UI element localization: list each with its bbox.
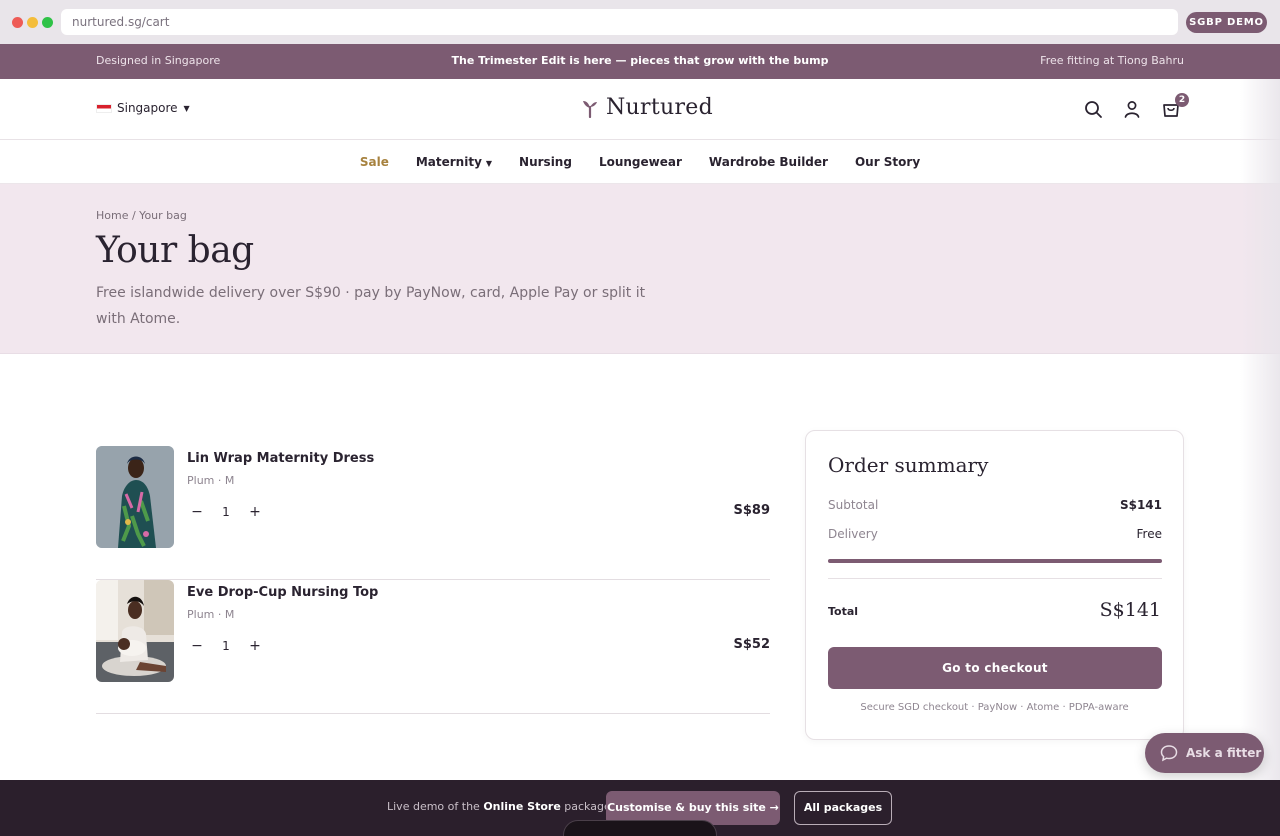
product-variant: Plum · M: [187, 474, 235, 487]
announcement-right: Free fitting at Tiong Bahru: [1040, 54, 1184, 67]
subtotal-row: Subtotal S$141: [828, 498, 1162, 512]
minimize-window-button[interactable]: [27, 17, 38, 28]
product-name[interactable]: Eve Drop-Cup Nursing Top: [187, 585, 378, 600]
quantity-value: 1: [222, 505, 230, 519]
nav-item-label: Maternity: [415, 154, 482, 169]
ask-fitter-label: Ask a fitter: [1186, 746, 1262, 760]
chevron-down-icon: ▼: [183, 103, 190, 113]
ask-fitter-button[interactable]: Ask a fitter: [1145, 733, 1264, 773]
delivery-label: Delivery: [828, 527, 878, 541]
demo-badge[interactable]: SGBP DEMO: [1186, 12, 1267, 33]
demo-text-package: Online Store: [483, 800, 561, 813]
quantity-value: 1: [222, 639, 230, 653]
delivery-row: Delivery Free: [828, 527, 1162, 541]
account-icon[interactable]: [1122, 99, 1142, 119]
product-image[interactable]: [96, 580, 174, 682]
nav-item-maternity[interactable]: Maternity ▼: [416, 155, 492, 169]
secure-checkout-note: Secure SGD checkout · PayNow · Atome · P…: [860, 702, 1129, 713]
brand-logo[interactable]: Nurtured: [582, 95, 713, 120]
demo-text-prefix: Live demo of the: [387, 800, 480, 813]
close-window-button[interactable]: [12, 17, 23, 28]
page-subtitle: Free islandwide delivery over S$90 · pay…: [96, 285, 646, 327]
chat-bubble-icon: [1160, 745, 1178, 762]
announcement-bar: Designed in Singapore The Trimester Edit…: [0, 44, 1280, 79]
checkout-button[interactable]: Go to checkout: [828, 647, 1162, 689]
progress-fill: [828, 559, 1162, 563]
summary-title: Order summary: [828, 453, 989, 477]
locale-label: Singapore: [117, 101, 178, 115]
page-hero: Home / Your bag Your bag Free islandwide…: [0, 184, 1280, 354]
product-variant: Plum · M: [187, 608, 235, 621]
decrease-quantity-button[interactable]: −: [187, 504, 207, 520]
nav-item-our-story[interactable]: Our Story: [855, 155, 920, 169]
decrease-quantity-button[interactable]: −: [187, 638, 207, 654]
total-label: Total: [828, 605, 859, 618]
subtotal-value: S$141: [1119, 498, 1162, 512]
chevron-down-icon: ▼: [485, 158, 493, 168]
subtotal-label: Subtotal: [828, 498, 879, 512]
page-title: Your bag: [96, 230, 254, 271]
maximize-window-button[interactable]: [42, 17, 53, 28]
bag-count-badge: 2: [1175, 93, 1189, 107]
free-delivery-progress: [828, 559, 1162, 563]
cart-item: Eve Drop-Cup Nursing Top Plum · M − 1 + …: [96, 580, 770, 714]
cart-item: Lin Wrap Maternity Dress Plum · M − 1 + …: [96, 446, 770, 580]
product-image[interactable]: [96, 446, 174, 548]
main-nav: Sale Maternity ▼ Nursing Loungewear Wardr…: [0, 140, 1280, 184]
order-summary: Order summary Subtotal S$141 Delivery Fr…: [805, 430, 1184, 740]
nav-item-wardrobe-builder[interactable]: Wardrobe Builder: [709, 155, 828, 169]
locale-selector[interactable]: Singapore ▼: [96, 101, 190, 115]
delivery-value: Free: [1136, 527, 1162, 541]
nav-item-nursing[interactable]: Nursing: [519, 155, 572, 169]
nav-item-sale[interactable]: Sale: [360, 155, 389, 169]
all-packages-button[interactable]: All packages: [794, 791, 892, 825]
nav-item-loungewear[interactable]: Loungewear: [599, 155, 682, 169]
increase-quantity-button[interactable]: +: [245, 638, 265, 654]
floating-dock[interactable]: [563, 820, 717, 836]
line-price: S$89: [733, 503, 771, 518]
breadcrumb[interactable]: Home / Your bag: [96, 209, 187, 222]
line-price: S$52: [733, 637, 771, 652]
divider: [828, 578, 1162, 579]
site-header: Singapore ▼ Nurtured: [0, 79, 1280, 140]
total-value: S$141: [1099, 599, 1161, 621]
search-icon[interactable]: [1083, 99, 1103, 119]
browser-chrome: nurtured.sg/cart SGBP DEMO: [0, 0, 1280, 44]
product-name[interactable]: Lin Wrap Maternity Dress: [187, 451, 374, 466]
brand-name: Nurtured: [606, 95, 713, 120]
demo-text: Live demo of the Online Store package.: [387, 800, 614, 813]
quantity-stepper: − 1 +: [187, 502, 267, 522]
sprout-icon: [583, 100, 597, 118]
singapore-flag-icon: [96, 103, 112, 113]
quantity-stepper: − 1 +: [187, 636, 267, 656]
increase-quantity-button[interactable]: +: [245, 504, 265, 520]
address-bar[interactable]: nurtured.sg/cart: [61, 9, 1178, 35]
